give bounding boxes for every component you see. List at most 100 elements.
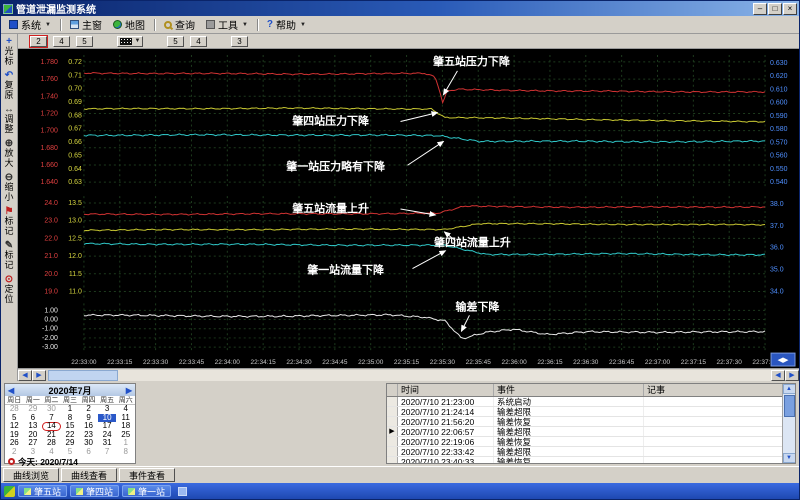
toolbar-button-map[interactable]: 地图: [108, 17, 150, 32]
event-row[interactable]: 2020/7/10 21:23:00系统启动: [387, 397, 795, 407]
left-tool-strip: +光标 ↶复原 ↔调整 ⊕放大 ⊖缩小 ⚑标记 ✎标记 ⊙定位: [1, 34, 18, 381]
trend-curve: [84, 243, 765, 256]
pen-color-picker-button[interactable]: ▼: [117, 36, 143, 47]
scroll-right-end-icon[interactable]: ▶: [785, 370, 799, 381]
event-note-cell: [644, 417, 784, 426]
left-axis-label: 12.5: [68, 235, 82, 242]
app-window: 管道泄漏监测系统 –□× 系统▼主窗地图查询工具▼?帮助▼ +光标↶复原↔调整⊕…: [0, 0, 800, 500]
tool-cursor[interactable]: +光标: [4, 37, 15, 66]
chart-column: 245▼543 22:33:0022:33:1522:33:3022:33:45…: [18, 34, 799, 381]
pen-button-4[interactable]: 4: [190, 36, 207, 47]
pen-button-4[interactable]: 4: [53, 36, 70, 47]
toolbar-button-tools[interactable]: 工具▼: [201, 17, 253, 32]
curve-view-button[interactable]: 曲线查看: [61, 468, 117, 482]
scrollbar-thumb[interactable]: [48, 370, 118, 381]
event-row[interactable]: 2020/7/10 22:19:06输差恢复: [387, 437, 795, 447]
scroll-left-icon[interactable]: ◀: [18, 370, 32, 381]
tool-locate[interactable]: ⊙定位: [4, 275, 15, 304]
scroll-left-end-icon[interactable]: ◀: [771, 370, 785, 381]
time-axis-label: 22:37:00: [645, 359, 671, 366]
help-icon: ?: [267, 20, 273, 29]
left-axis-label: 1.00: [44, 307, 58, 314]
event-table-scrollbar[interactable]: ▲ ▼: [782, 384, 795, 463]
toolbar-button-search[interactable]: 查询: [159, 17, 200, 32]
calendar-day-other[interactable]: 7: [98, 448, 117, 457]
row-selector-gutter: [387, 457, 398, 464]
event-row[interactable]: 2020/7/10 21:56:20输差恢复: [387, 417, 795, 427]
minimize-button[interactable]: –: [753, 3, 767, 15]
event-view-button[interactable]: 事件查看: [119, 468, 175, 482]
close-button[interactable]: ×: [783, 3, 797, 15]
time-axis-label: 22:34:45: [322, 359, 348, 366]
event-row[interactable]: 2020/7/10 22:33:42输差超限: [387, 447, 795, 457]
pen-button-5[interactable]: 5: [167, 36, 184, 47]
calendar-title: 2020年7月: [48, 384, 91, 397]
scrollbar-track[interactable]: [118, 370, 771, 381]
calendar-grid: 2829301234567891011121314151617181920212…: [5, 405, 135, 456]
scroll-down-icon[interactable]: ▼: [783, 453, 796, 463]
tool-pencil-mark[interactable]: ✎标记: [4, 241, 15, 270]
tool-label: 调整: [4, 115, 15, 134]
tool-zoom-out[interactable]: ⊖缩小: [4, 173, 15, 202]
left-axis-label: 1.760: [40, 76, 58, 83]
taskbar-tab-3[interactable]: 肇一站: [122, 485, 171, 497]
left-axis-label: 22.0: [44, 235, 58, 242]
chart-h-scrollbar[interactable]: ◀ ▶ ◀ ▶: [18, 368, 799, 381]
time-axis-label: 22:34:30: [286, 359, 312, 366]
right-axis-label: 0.550: [770, 166, 788, 173]
pen-button-2[interactable]: 2: [30, 36, 47, 47]
left-axis-label: 20.0: [44, 271, 58, 278]
taskbar-tab-2[interactable]: 肇四站: [70, 485, 119, 497]
toolbar-button-main-window[interactable]: 主窗: [65, 17, 107, 32]
toolbar-button-help[interactable]: ?帮助▼: [262, 17, 311, 32]
event-name-cell: 系统启动: [494, 397, 644, 406]
taskbar-start-icon[interactable]: [4, 486, 15, 497]
tool-zoom-in[interactable]: ⊕放大: [4, 139, 15, 168]
annotation-arrow: [412, 251, 445, 269]
right-axis-label: 34.0: [770, 288, 784, 295]
calendar-day-other[interactable]: 6: [79, 448, 98, 457]
right-axis-label: 0.580: [770, 126, 788, 133]
tool-label: 复原: [4, 81, 15, 100]
curve-browse-button[interactable]: 曲线浏览: [3, 468, 59, 482]
toolbar-button-system[interactable]: 系统▼: [4, 17, 56, 32]
toolbar-button-label: 工具: [218, 17, 238, 32]
event-column-header: 记事: [644, 384, 784, 396]
pen-button-5[interactable]: 5: [76, 36, 93, 47]
left-axis-label: 12.0: [68, 253, 82, 260]
color-swatch-icon: [120, 38, 132, 45]
row-selector-gutter: [387, 407, 398, 416]
left-axis-label: 1.640: [40, 179, 58, 186]
event-scrollbar-thumb[interactable]: [784, 395, 795, 417]
scroll-right-icon[interactable]: ▶: [32, 370, 46, 381]
event-header-gutter: [387, 384, 398, 396]
right-axis-label: 0.570: [770, 139, 788, 146]
map-icon: [113, 20, 122, 29]
taskbar-tray-icon[interactable]: [178, 487, 187, 496]
left-axis-label: 0.68: [68, 112, 82, 119]
calendar-prev-button[interactable]: ◀: [8, 386, 14, 395]
pen-button-3[interactable]: 3: [231, 36, 248, 47]
tool-restore[interactable]: ↶复原: [4, 71, 15, 100]
left-axis-label: 11.5: [69, 271, 82, 278]
tool-flag-mark[interactable]: ⚑标记: [4, 207, 15, 236]
left-axis-label: 0.65: [68, 152, 82, 159]
event-row[interactable]: 2020/7/10 21:24:14输差超限: [387, 407, 795, 417]
maximize-button[interactable]: □: [768, 3, 782, 15]
event-note-cell: [644, 407, 784, 416]
search-icon: [164, 21, 172, 29]
tool-label: 定位: [4, 285, 15, 304]
tool-adjust[interactable]: ↔调整: [4, 105, 15, 134]
event-row[interactable]: 2020/7/10 23:40:33输差恢复: [387, 457, 795, 464]
scroll-up-icon[interactable]: ▲: [783, 384, 796, 394]
left-axis-label: 0.67: [68, 126, 82, 133]
calendar-day-other[interactable]: 8: [116, 448, 135, 457]
row-selector-gutter: ▶: [387, 427, 398, 436]
calendar-next-button[interactable]: ▶: [126, 386, 132, 395]
taskbar-tab-1[interactable]: 肇五站: [18, 485, 67, 497]
app-icon: [3, 4, 13, 14]
left-axis-label: 0.63: [68, 179, 82, 186]
event-note-cell: [644, 457, 784, 464]
event-time-cell: 2020/7/10 21:24:14: [398, 407, 494, 416]
event-row[interactable]: ▶2020/7/10 22:06:57输差超限: [387, 427, 795, 437]
